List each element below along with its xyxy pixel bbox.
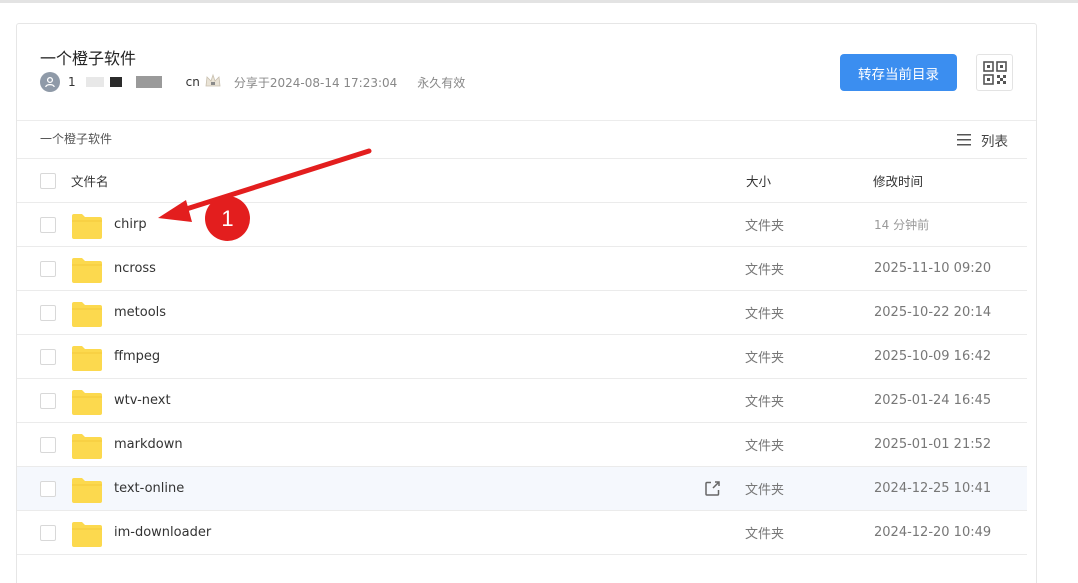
file-size: 文件夹 xyxy=(745,307,785,322)
file-size: 文件夹 xyxy=(745,351,785,366)
file-name[interactable]: markdown xyxy=(114,437,183,452)
annotation-badge: 1 xyxy=(205,196,250,241)
file-modified-time: 14 分钟前 xyxy=(874,218,930,232)
table-row[interactable]: metools 文件夹 2025-10-22 20:14 xyxy=(17,291,1027,335)
redacted-name-part xyxy=(85,77,104,87)
file-size: 文件夹 xyxy=(745,219,785,234)
row-checkbox[interactable] xyxy=(40,524,56,541)
edit-open-icon[interactable] xyxy=(705,481,720,496)
col-header-name[interactable]: 文件名 xyxy=(71,171,109,190)
row-checkbox[interactable] xyxy=(40,216,56,233)
file-name[interactable]: im-downloader xyxy=(114,525,211,540)
folder-icon xyxy=(72,522,102,547)
file-modified-time: 2024-12-25 10:41 xyxy=(874,481,992,496)
file-size: 文件夹 xyxy=(745,395,785,410)
view-toggle-button[interactable]: 列表 xyxy=(957,130,1008,150)
table-row[interactable]: wtv-next 文件夹 2025-01-24 16:45 xyxy=(17,379,1027,423)
share-time: 分享于2024-08-14 17:23:04 xyxy=(233,75,398,90)
table-row[interactable]: chirp 文件夹 14 分钟前 xyxy=(17,203,1027,247)
file-name[interactable]: ncross xyxy=(114,261,156,276)
qr-code-button[interactable] xyxy=(976,54,1013,91)
crown-icon xyxy=(204,73,222,92)
select-all-checkbox[interactable] xyxy=(40,172,56,189)
file-name[interactable]: ffmpeg xyxy=(114,349,160,364)
folder-icon xyxy=(72,478,102,503)
file-size: 文件夹 xyxy=(745,483,785,498)
list-view-icon xyxy=(957,134,971,146)
row-checkbox[interactable] xyxy=(40,392,56,409)
table-row[interactable]: markdown 文件夹 2025-01-01 21:52 xyxy=(17,423,1027,467)
file-modified-time: 2025-10-09 16:42 xyxy=(874,349,992,364)
user-name: 1 xyxy=(68,75,76,89)
breadcrumb[interactable]: 一个橙子软件 xyxy=(40,130,112,147)
row-checkbox[interactable] xyxy=(40,348,56,365)
file-size: 文件夹 xyxy=(745,527,785,542)
folder-icon xyxy=(72,258,102,283)
qr-code-icon xyxy=(982,60,1007,85)
save-current-dir-button[interactable]: 转存当前目录 xyxy=(840,54,957,91)
file-name[interactable]: chirp xyxy=(114,217,147,232)
share-meta: 1 cn 分享于2024-08-14 17:23:04 永久有效 xyxy=(40,72,465,92)
folder-icon xyxy=(72,434,102,459)
col-header-time[interactable]: 修改时间 xyxy=(873,171,923,190)
file-name[interactable]: wtv-next xyxy=(114,393,171,408)
top-border xyxy=(0,0,1078,3)
table-row[interactable]: im-downloader 文件夹 2024-12-20 10:49 xyxy=(17,511,1027,555)
file-name[interactable]: text-online xyxy=(114,481,184,496)
redacted-name-part xyxy=(109,77,122,87)
folder-icon xyxy=(72,346,102,371)
file-modified-time: 2024-12-20 10:49 xyxy=(874,525,992,540)
file-modified-time: 2025-11-10 09:20 xyxy=(874,261,992,276)
row-checkbox[interactable] xyxy=(40,436,56,453)
folder-icon xyxy=(72,302,102,327)
redacted-name-part xyxy=(135,76,162,88)
table-row[interactable]: ncross 文件夹 2025-11-10 09:20 xyxy=(17,247,1027,291)
row-checkbox[interactable] xyxy=(40,260,56,277)
table-header: 文件名 大小 修改时间 xyxy=(17,158,1027,203)
header-divider xyxy=(17,120,1036,121)
file-modified-time: 2025-10-22 20:14 xyxy=(874,305,992,320)
table-row[interactable]: text-online 文件夹 2024-12-25 10:41 xyxy=(17,467,1027,511)
user-avatar-icon xyxy=(40,72,60,92)
file-size: 文件夹 xyxy=(745,263,785,278)
folder-icon xyxy=(72,214,102,239)
file-size: 文件夹 xyxy=(745,439,785,454)
row-checkbox[interactable] xyxy=(40,304,56,321)
row-checkbox[interactable] xyxy=(40,480,56,497)
share-validity: 永久有效 xyxy=(417,75,466,90)
file-modified-time: 2025-01-24 16:45 xyxy=(874,393,992,408)
view-toggle-label: 列表 xyxy=(981,134,1008,150)
share-panel: 一个橙子软件 1 cn 分享于2024-08-14 17:23:04 永久有效 … xyxy=(16,23,1037,583)
share-title: 一个橙子软件 xyxy=(40,49,137,68)
table-row[interactable]: ffmpeg 文件夹 2025-10-09 16:42 xyxy=(17,335,1027,379)
user-name-suffix: cn xyxy=(185,75,200,89)
folder-icon xyxy=(72,390,102,415)
col-header-size[interactable]: 大小 xyxy=(746,171,771,190)
file-table: 文件名 大小 修改时间 chirp 文件夹 14 分钟前 ncross 文件夹 … xyxy=(17,158,1027,555)
file-modified-time: 2025-01-01 21:52 xyxy=(874,437,992,452)
file-name[interactable]: metools xyxy=(114,305,166,320)
